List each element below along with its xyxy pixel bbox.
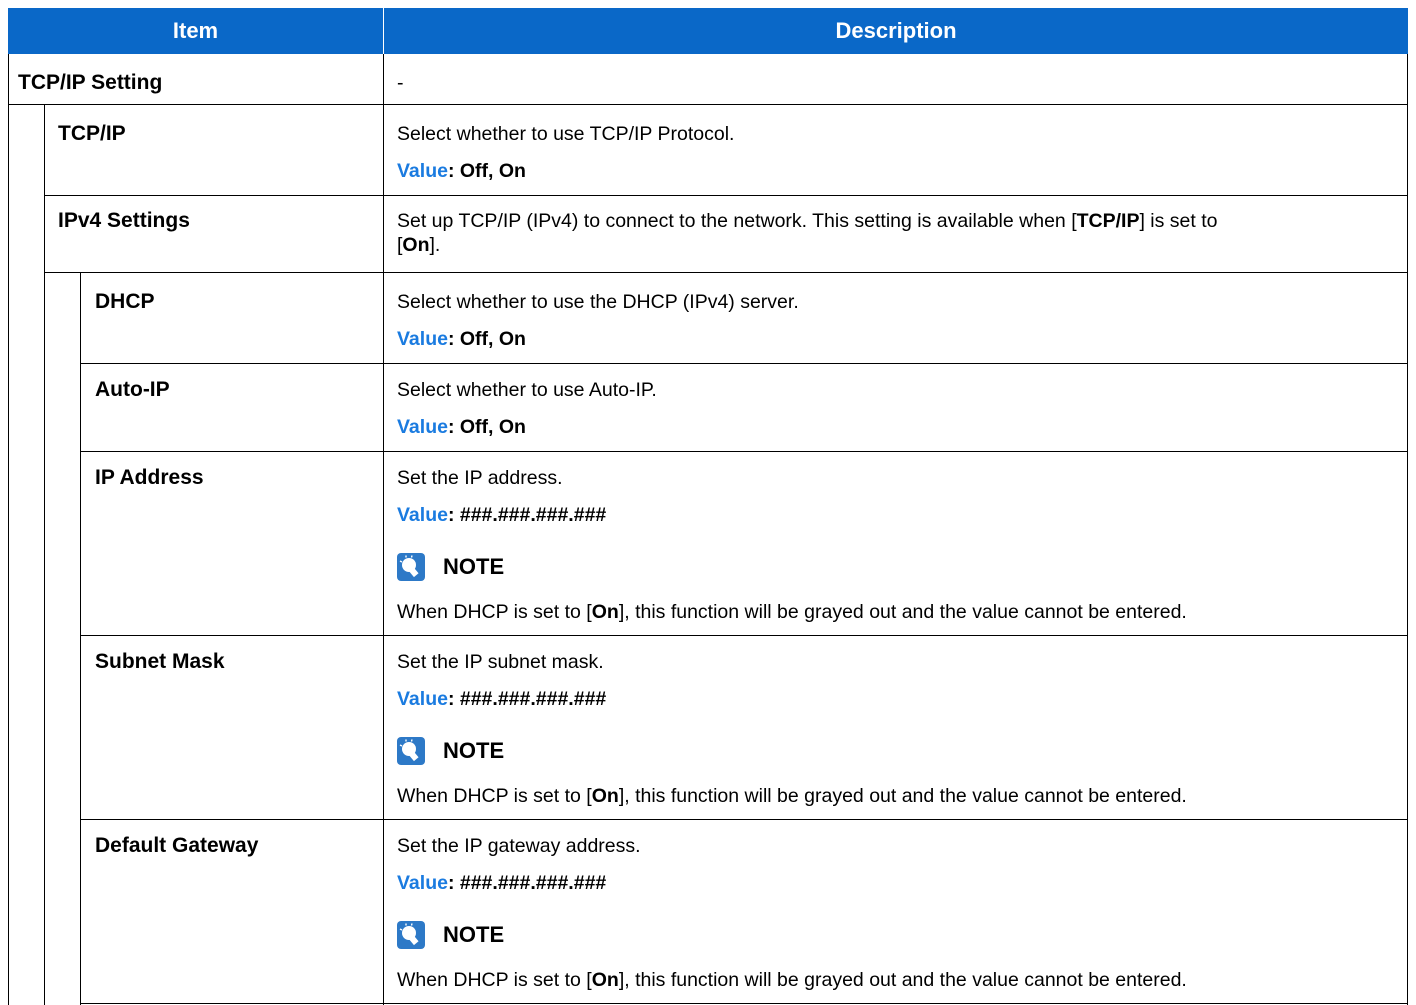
indent-line-1: [44, 104, 45, 1005]
header-item: Item: [172, 18, 219, 43]
desc-text: ] is set to: [1139, 210, 1218, 232]
desc-text: Set up TCP/IP (IPv4) to connect to the n…: [397, 210, 1077, 232]
note-text-bold: On: [591, 601, 619, 623]
row-divider: [80, 451, 1408, 452]
row-divider: [80, 819, 1408, 820]
row-desc-subnet-mask: Set the IP subnet mask.: [397, 651, 604, 673]
note-heading: NOTE: [397, 736, 504, 766]
row-label-dhcp: DHCP: [95, 290, 155, 313]
row-value-default-gateway: Value: ###.###.###.###: [397, 871, 606, 895]
note-heading: NOTE: [397, 552, 504, 582]
value-text: : ###.###.###.###: [447, 872, 607, 894]
row-desc-tcpip: Select whether to use TCP/IP Protocol.: [397, 123, 735, 145]
row-divider: [44, 272, 1408, 273]
row-value-subnet-mask: Value: ###.###.###.###: [397, 687, 606, 711]
value-text: : ###.###.###.###: [447, 504, 607, 526]
note-heading: NOTE: [397, 920, 504, 950]
note-text-bold: On: [591, 969, 619, 991]
note-text-part: When DHCP is set to [: [397, 601, 592, 623]
row-desc-auto-ip: Select whether to use Auto-IP.: [397, 379, 657, 401]
note-text: When DHCP is set to [On], this function …: [397, 968, 1407, 992]
table-header: Item Description: [8, 8, 1408, 54]
note-title: NOTE: [443, 738, 505, 763]
row-label-subnet-mask: Subnet Mask: [95, 650, 225, 673]
row-divider: [8, 104, 1408, 105]
note-text-part: ], this function will be grayed out and …: [618, 601, 1187, 623]
note-title: NOTE: [443, 554, 505, 579]
note-text: When DHCP is set to [On], this function …: [397, 784, 1407, 808]
lightbulb-icon: [397, 553, 425, 581]
row-divider: [80, 635, 1408, 636]
row-label-tcpip-setting: TCP/IP Setting: [18, 71, 163, 94]
row-divider: [80, 1003, 1408, 1004]
row-desc-ip-address: Set the IP address.: [397, 467, 563, 489]
row-value-auto-ip: Value: Off, On: [397, 415, 526, 439]
header-description: Description: [835, 18, 957, 43]
value-text: : ###.###.###.###: [447, 688, 607, 710]
desc-text: ].: [429, 234, 441, 256]
row-label-default-gateway: Default Gateway: [95, 834, 259, 857]
row-divider: [44, 195, 1408, 196]
note-title: NOTE: [443, 922, 505, 947]
column-divider: [383, 54, 384, 1005]
note-text-bold: On: [591, 785, 619, 807]
table-border-left: [8, 54, 9, 1005]
value-text: : Off, On: [447, 160, 526, 182]
row-desc-default-gateway: Set the IP gateway address.: [397, 835, 641, 857]
value-label: Value: [397, 688, 448, 710]
value-label: Value: [397, 160, 448, 182]
value-label: Value: [397, 416, 448, 438]
note-text-part: When DHCP is set to [: [397, 969, 592, 991]
indent-line-2: [80, 272, 81, 1005]
row-label-tcpip: TCP/IP: [58, 122, 126, 145]
note-text: When DHCP is set to [On], this function …: [397, 600, 1407, 624]
row-value-tcpip: Value: Off, On: [397, 159, 526, 183]
row-label-ipv4-settings: IPv4 Settings: [58, 209, 190, 232]
lightbulb-icon: [397, 737, 425, 765]
note-text-part: ], this function will be grayed out and …: [618, 969, 1187, 991]
value-label: Value: [397, 328, 448, 350]
desc-bold: TCP/IP: [1076, 210, 1140, 232]
row-value-dhcp: Value: Off, On: [397, 327, 526, 351]
value-label: Value: [397, 872, 448, 894]
row-label-ip-address: IP Address: [95, 466, 204, 489]
desc-bold: On: [402, 234, 430, 256]
row-desc-ipv4-settings: Set up TCP/IP (IPv4) to connect to the n…: [397, 209, 1397, 257]
row-divider: [80, 363, 1408, 364]
row-label-auto-ip: Auto-IP: [95, 378, 170, 401]
row-desc-dhcp: Select whether to use the DHCP (IPv4) se…: [397, 291, 799, 313]
value-label: Value: [397, 504, 448, 526]
note-text-part: When DHCP is set to [: [397, 785, 592, 807]
note-text-part: ], this function will be grayed out and …: [618, 785, 1187, 807]
lightbulb-icon: [397, 921, 425, 949]
row-desc-tcpip-setting: -: [397, 72, 404, 94]
value-text: : Off, On: [447, 416, 526, 438]
row-value-ip-address: Value: ###.###.###.###: [397, 503, 606, 527]
table-border-right: [1407, 54, 1408, 1005]
value-text: : Off, On: [447, 328, 526, 350]
